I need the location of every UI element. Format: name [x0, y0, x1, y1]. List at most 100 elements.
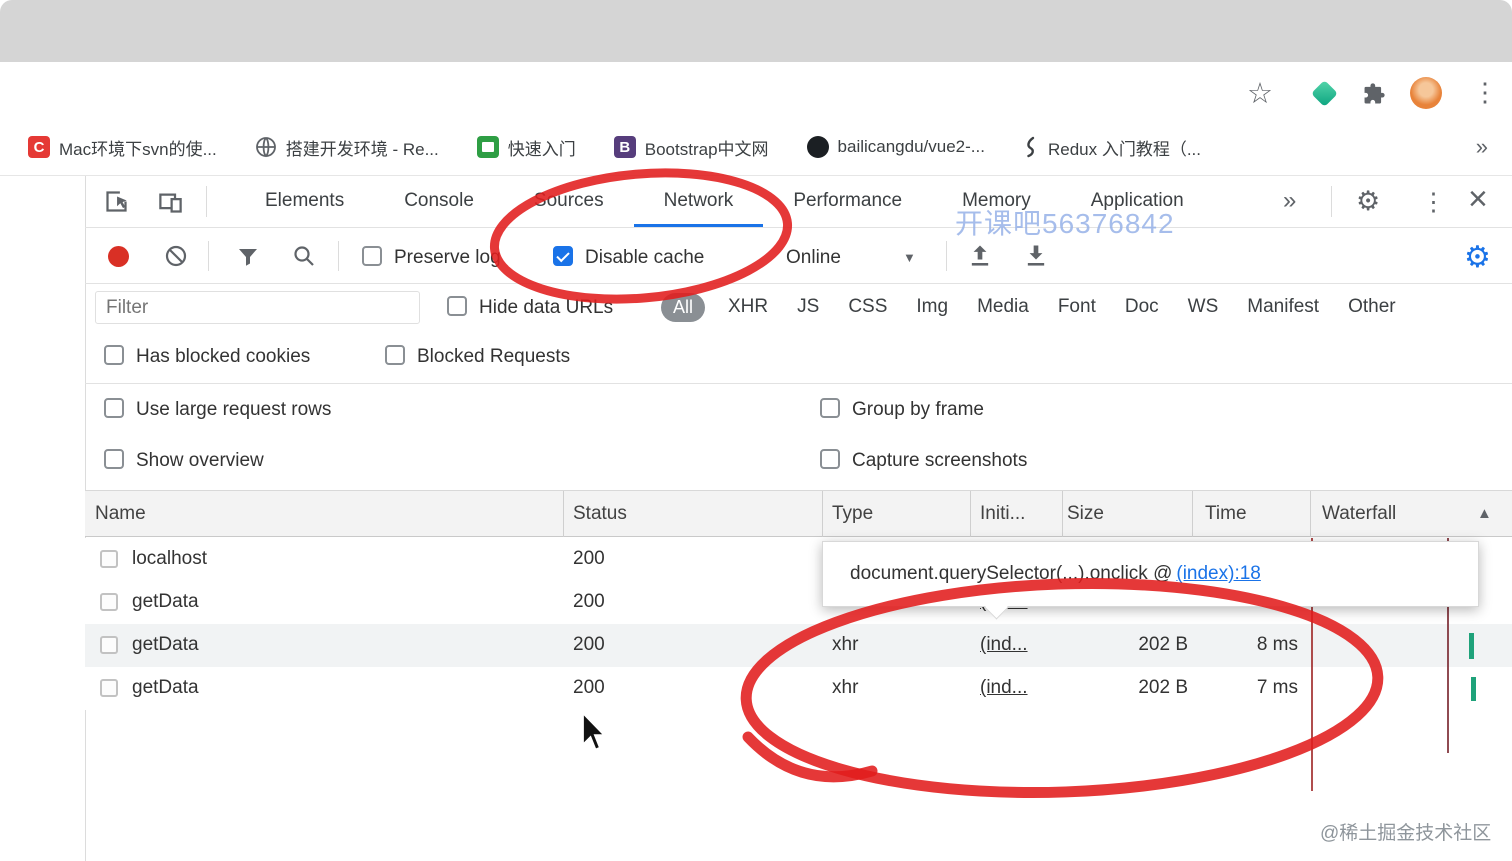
filter-xhr[interactable]: XHR	[728, 296, 768, 318]
request-name: getData	[132, 677, 199, 698]
network-toolbar-border	[85, 283, 1512, 284]
record-button[interactable]	[108, 246, 129, 267]
column-header-time[interactable]: Time	[1205, 503, 1247, 525]
clear-network-log-icon[interactable]	[164, 244, 188, 268]
more-tabs-chevron[interactable]: »	[1283, 187, 1296, 215]
bookmark-item[interactable]: B Bootstrap中文网	[613, 135, 769, 160]
devtools-settings-gear-icon[interactable]: ⚙	[1356, 186, 1380, 217]
toolbar-divider	[338, 241, 339, 271]
request-row-getdata-3[interactable]: getData 200 xhr (ind... 202 B 7 ms	[85, 667, 1512, 710]
tabbar-divider	[206, 186, 207, 217]
capture-screenshots-label: Capture screenshots	[852, 450, 1028, 471]
request-row-getdata-2[interactable]: getData 200 xhr (ind... 202 B 8 ms	[85, 624, 1512, 667]
filter-funnel-icon[interactable]	[236, 245, 260, 269]
request-name: localhost	[132, 548, 207, 569]
filter-img[interactable]: Img	[916, 296, 948, 318]
sort-asc-icon[interactable]: ▲	[1477, 505, 1492, 522]
preserve-log-checkbox[interactable]	[362, 246, 382, 266]
request-time: 8 ms	[1256, 634, 1298, 655]
request-type-filters: XHR JS CSS Img Media Font Doc WS Manifes…	[728, 296, 1396, 318]
course-watermark: 开课吧56376842	[955, 208, 1175, 239]
row-checkbox[interactable]	[100, 550, 118, 568]
bookmark-item[interactable]: C Mac环境下svn的使...	[28, 135, 217, 160]
bookmark-item[interactable]: Redux 入门教程（...	[1023, 135, 1201, 160]
filter-css[interactable]: CSS	[848, 296, 887, 318]
filter-doc[interactable]: Doc	[1125, 296, 1159, 318]
bookmark-item[interactable]: 快速入门	[476, 135, 576, 160]
filter-ws[interactable]: WS	[1188, 296, 1219, 318]
extension-diamond-icon[interactable]	[1311, 80, 1338, 107]
bookmark-label: Mac环境下svn的使...	[59, 139, 217, 159]
request-name: getData	[132, 634, 199, 655]
has-blocked-cookies-label: Has blocked cookies	[136, 346, 311, 367]
profile-avatar[interactable]	[1410, 77, 1442, 109]
column-header-waterfall[interactable]: Waterfall	[1322, 503, 1396, 525]
search-icon[interactable]	[292, 244, 316, 268]
devtools-menu-kebab-icon[interactable]: ⋮	[1421, 187, 1446, 217]
browser-menu-kebab-icon[interactable]: ⋮	[1472, 77, 1498, 108]
tab-elements[interactable]: Elements	[235, 175, 374, 227]
filter-input[interactable]	[95, 291, 420, 324]
devtools-tabbar-border	[85, 227, 1512, 228]
throttling-select[interactable]: Online	[786, 247, 841, 269]
bookmarks-overflow-chevron[interactable]: »	[1476, 134, 1488, 160]
filter-js[interactable]: JS	[797, 296, 819, 318]
window-titlebar	[0, 0, 1512, 62]
group-by-frame-checkbox[interactable]	[820, 398, 840, 418]
tab-sources[interactable]: Sources	[504, 175, 634, 227]
extensions-puzzle-icon[interactable]	[1361, 81, 1387, 107]
request-status: 200	[573, 634, 605, 655]
quickstart-app-icon	[476, 136, 499, 158]
tabbar-divider	[1331, 186, 1332, 217]
c-doc-icon: C	[28, 136, 50, 158]
tab-performance[interactable]: Performance	[763, 175, 932, 227]
capture-screenshots-checkbox[interactable]	[820, 449, 840, 469]
chevron-down-icon[interactable]: ▼	[903, 250, 916, 265]
export-har-icon[interactable]	[1022, 242, 1050, 270]
toolbar-divider	[946, 241, 947, 271]
bookmark-star-icon[interactable]: ☆	[1247, 76, 1273, 111]
tab-network[interactable]: Network	[634, 175, 764, 227]
bookmark-label: Redux 入门教程（...	[1047, 139, 1202, 159]
show-overview-checkbox[interactable]	[104, 449, 124, 469]
import-har-icon[interactable]	[966, 242, 994, 270]
row-checkbox[interactable]	[100, 636, 118, 654]
inspect-element-icon[interactable]	[103, 188, 130, 215]
column-header-type[interactable]: Type	[832, 503, 873, 525]
column-header-status[interactable]: Status	[573, 503, 627, 525]
device-toolbar-icon[interactable]	[157, 189, 184, 216]
blocked-requests-checkbox[interactable]	[385, 345, 405, 365]
request-type: xhr	[832, 677, 859, 698]
bookmarks-bar: C Mac环境下svn的使... 搭建开发环境 - Re... 快速入门 B B…	[0, 119, 1512, 176]
disable-cache-checkbox[interactable]	[553, 246, 573, 266]
devtools-close-icon[interactable]: ×	[1468, 180, 1488, 219]
request-status: 200	[573, 677, 605, 698]
group-by-frame-label: Group by frame	[852, 399, 984, 420]
filter-other[interactable]: Other	[1348, 296, 1396, 318]
filter-all-pill[interactable]: All	[661, 293, 706, 322]
disable-cache-label: Disable cache	[585, 247, 705, 268]
bookmark-item[interactable]: bailicangdu/vue2-...	[806, 136, 985, 158]
column-header-name[interactable]: Name	[95, 503, 146, 525]
has-blocked-cookies-checkbox[interactable]	[104, 345, 124, 365]
network-settings-gear-icon[interactable]: ⚙	[1464, 240, 1491, 275]
hide-data-urls-checkbox[interactable]	[447, 296, 467, 316]
initiator-tooltip-link[interactable]: (index):18	[1176, 563, 1261, 585]
marker-tail-stroke	[742, 731, 878, 783]
preserve-log-label: Preserve log	[394, 247, 501, 268]
bookmark-label: 搭建开发环境 - Re...	[285, 139, 439, 159]
column-header-initiator[interactable]: Initi...	[980, 503, 1025, 525]
filter-manifest[interactable]: Manifest	[1247, 296, 1319, 318]
request-time: 7 ms	[1256, 677, 1298, 698]
initiator-tooltip-text: document.querySelector(...).onclick @	[850, 563, 1173, 584]
bookmark-item[interactable]: 搭建开发环境 - Re...	[255, 135, 439, 160]
filter-media[interactable]: Media	[977, 296, 1029, 318]
row-checkbox[interactable]	[100, 593, 118, 611]
use-large-request-rows-checkbox[interactable]	[104, 398, 124, 418]
filter-font[interactable]: Font	[1058, 296, 1096, 318]
tab-console[interactable]: Console	[374, 175, 504, 227]
column-header-size[interactable]: Size	[1067, 503, 1104, 525]
row-checkbox[interactable]	[100, 679, 118, 697]
request-initiator: (ind...	[980, 677, 1028, 698]
use-large-request-rows-label: Use large request rows	[136, 399, 332, 420]
